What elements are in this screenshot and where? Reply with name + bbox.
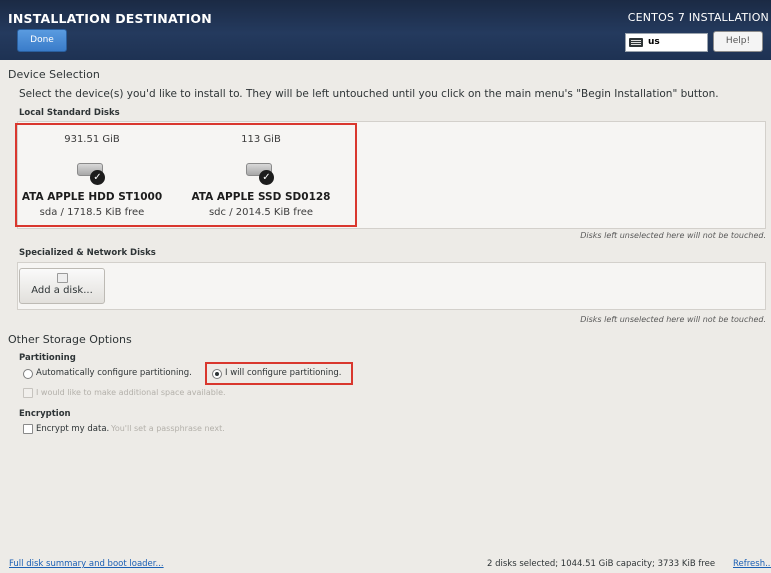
auto-partition-label[interactable]: Automatically configure partitioning. xyxy=(36,368,192,378)
device-selection-description: Select the device(s) you'd like to insta… xyxy=(19,88,719,100)
partition-highlight-box xyxy=(205,362,353,385)
product-title: CENTOS 7 INSTALLATION xyxy=(627,11,769,24)
extra-space-label: I would like to make additional space av… xyxy=(36,388,226,397)
partitioning-heading: Partitioning xyxy=(19,353,76,363)
encryption-heading: Encryption xyxy=(19,409,71,419)
page-title: INSTALLATION DESTINATION xyxy=(8,11,212,26)
refresh-link[interactable]: Refresh... xyxy=(733,559,771,569)
keyboard-layout-label: us xyxy=(648,37,660,47)
keyboard-layout-indicator[interactable]: us xyxy=(625,33,708,52)
local-disks-heading: Local Standard Disks xyxy=(19,108,120,118)
full-disk-summary-link[interactable]: Full disk summary and boot loader... xyxy=(9,559,164,569)
device-selection-title: Device Selection xyxy=(8,68,100,81)
auto-partition-radio[interactable] xyxy=(23,369,33,379)
other-storage-title: Other Storage Options xyxy=(8,333,132,346)
help-button[interactable]: Help! xyxy=(713,31,763,52)
header-bar: INSTALLATION DESTINATION Done CENTOS 7 I… xyxy=(0,0,771,60)
specialized-disks-heading: Specialized & Network Disks xyxy=(19,248,156,258)
encrypt-checkbox[interactable] xyxy=(23,424,33,434)
encrypt-hint: You'll set a passphrase next. xyxy=(111,424,225,433)
untouched-note: Disks left unselected here will not be t… xyxy=(580,231,766,240)
encrypt-label[interactable]: Encrypt my data. xyxy=(36,424,109,434)
add-disk-label: Add a disk... xyxy=(31,285,93,296)
disks-highlight-box xyxy=(15,123,357,227)
keyboard-icon xyxy=(629,38,643,47)
specialized-disks-panel xyxy=(17,262,766,310)
extra-space-checkbox[interactable] xyxy=(23,388,33,398)
add-disk-button[interactable]: Add a disk... xyxy=(19,268,105,304)
disk-status-summary: 2 disks selected; 1044.51 GiB capacity; … xyxy=(487,559,716,569)
done-button[interactable]: Done xyxy=(17,29,67,52)
untouched-note-2: Disks left unselected here will not be t… xyxy=(580,315,766,324)
disk-add-icon xyxy=(57,273,68,283)
